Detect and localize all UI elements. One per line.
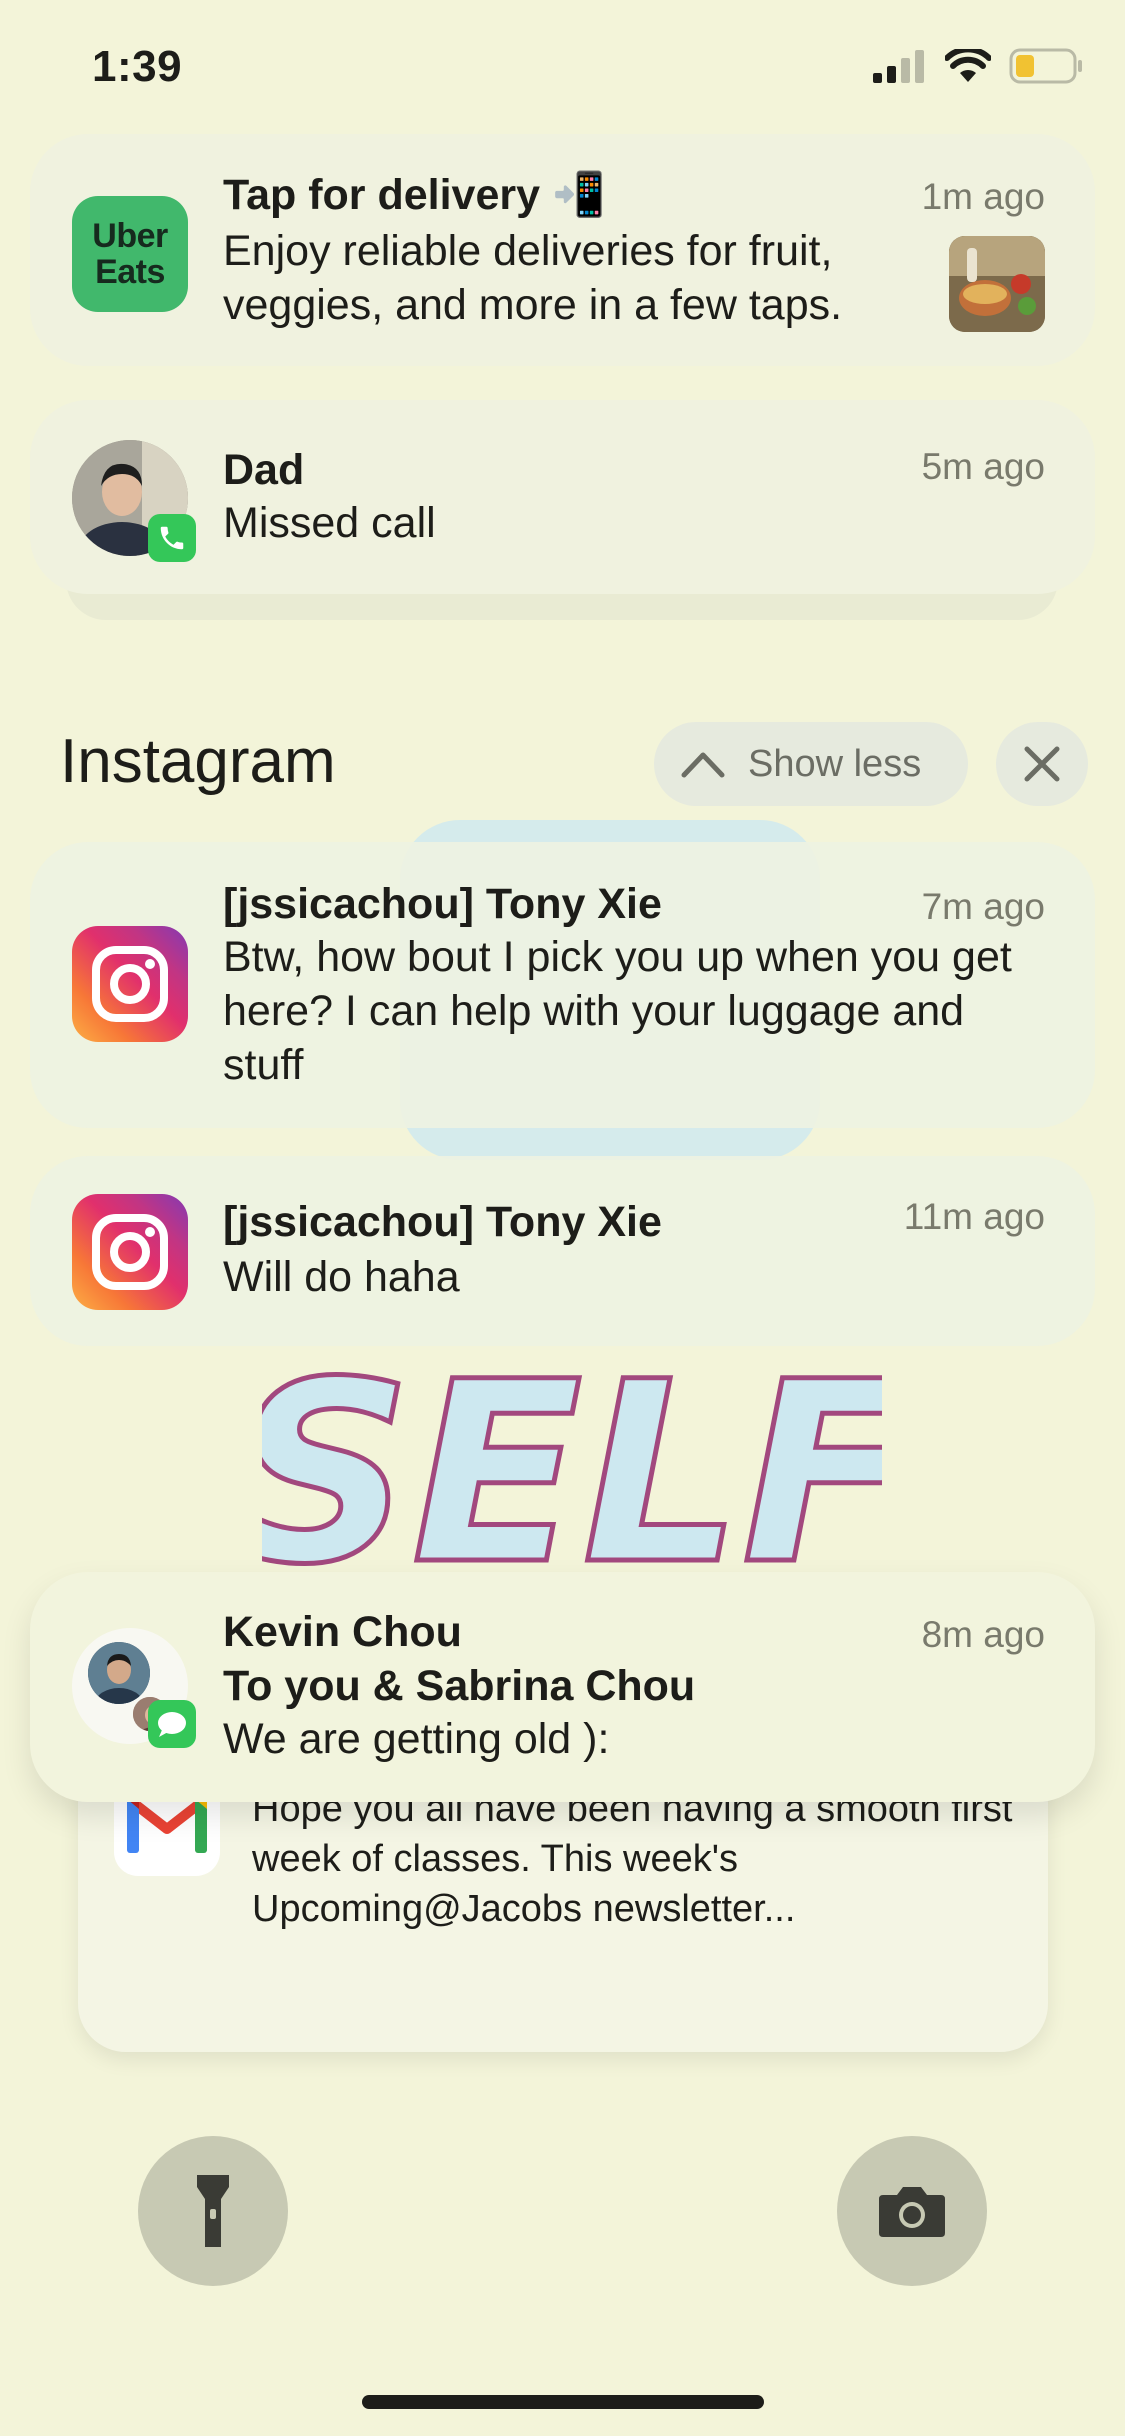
notification-title: Dad — [223, 446, 305, 494]
notification-body: Btw, how bout I pick you up when you get… — [223, 933, 1012, 1089]
phone-badge-icon — [148, 514, 196, 562]
notification-body: Will do haha — [223, 1253, 460, 1301]
show-less-label: Show less — [748, 742, 922, 785]
notification-title: Kevin Chou — [223, 1608, 462, 1656]
instagram-app-icon — [72, 1194, 188, 1310]
wifi-icon — [945, 49, 991, 82]
instagram-camera-icon — [92, 1214, 168, 1290]
group-title-instagram: Instagram — [60, 727, 336, 796]
cellular-signal-icon — [873, 50, 924, 83]
notification-missed-call[interactable]: Dad 5m ago Missed call — [30, 400, 1095, 594]
food-thumbnail-image — [949, 236, 1045, 332]
notification-kevin-chou[interactable]: Kevin Chou 8m ago To you & Sabrina Chou … — [30, 1572, 1095, 1802]
notification-time: 8m ago — [921, 1614, 1045, 1655]
notification-body: Missed call — [223, 499, 436, 547]
flashlight-icon — [197, 2175, 229, 2247]
notification-instagram-1[interactable]: [jssicachou] Tony Xie 7m ago Btw, how bo… — [30, 842, 1095, 1128]
camera-button[interactable] — [837, 2136, 987, 2286]
notification-uber-eats[interactable]: Uber Eats Tap for delivery 📲 1m ago Enjo… — [30, 134, 1095, 366]
notification-time: 11m ago — [903, 1196, 1045, 1237]
camera-icon — [879, 2187, 945, 2237]
eats-logo-text: Eats — [95, 253, 165, 291]
instagram-app-icon — [72, 926, 188, 1042]
flashlight-button[interactable] — [138, 2136, 288, 2286]
notification-instagram-2[interactable]: [jssicachou] Tony Xie 11m ago Will do ha… — [30, 1156, 1095, 1346]
wallpaper-self-text: SELF — [262, 1330, 882, 1580]
battery-icon — [1009, 48, 1082, 84]
uber-logo-text: Uber — [92, 217, 168, 255]
chevron-up-icon — [681, 752, 725, 778]
show-less-button[interactable]: Show less — [654, 722, 968, 806]
uber-eats-app-icon: Uber Eats — [72, 196, 188, 312]
notification-subtitle: To you & Sabrina Chou — [223, 1662, 696, 1710]
avatar-kevin — [88, 1642, 150, 1704]
notification-time: 5m ago — [921, 446, 1045, 487]
wallpaper-self-text-label: SELF — [262, 1330, 882, 1580]
messages-badge-icon — [148, 1700, 196, 1748]
notification-time: 7m ago — [921, 886, 1045, 927]
notification-body: Enjoy reliable deliveries for fruit, veg… — [223, 227, 843, 329]
status-time: 1:39 — [92, 42, 183, 91]
clear-group-button[interactable] — [996, 722, 1088, 806]
notification-title: Tap for delivery 📲 — [223, 171, 606, 219]
status-icons — [873, 48, 1083, 84]
close-icon — [1024, 746, 1060, 782]
home-indicator[interactable] — [362, 2395, 764, 2409]
lock-screen: 1:39 Uber Eats Tap for delivery 📲 1m ago… — [0, 0, 1125, 2436]
notification-time: 1m ago — [921, 176, 1045, 217]
notification-title: [jssicachou] Tony Xie — [223, 1198, 662, 1246]
notification-title: [jssicachou] Tony Xie — [223, 880, 662, 928]
instagram-camera-icon — [92, 946, 168, 1022]
notification-body: We are getting old ): — [223, 1715, 610, 1763]
